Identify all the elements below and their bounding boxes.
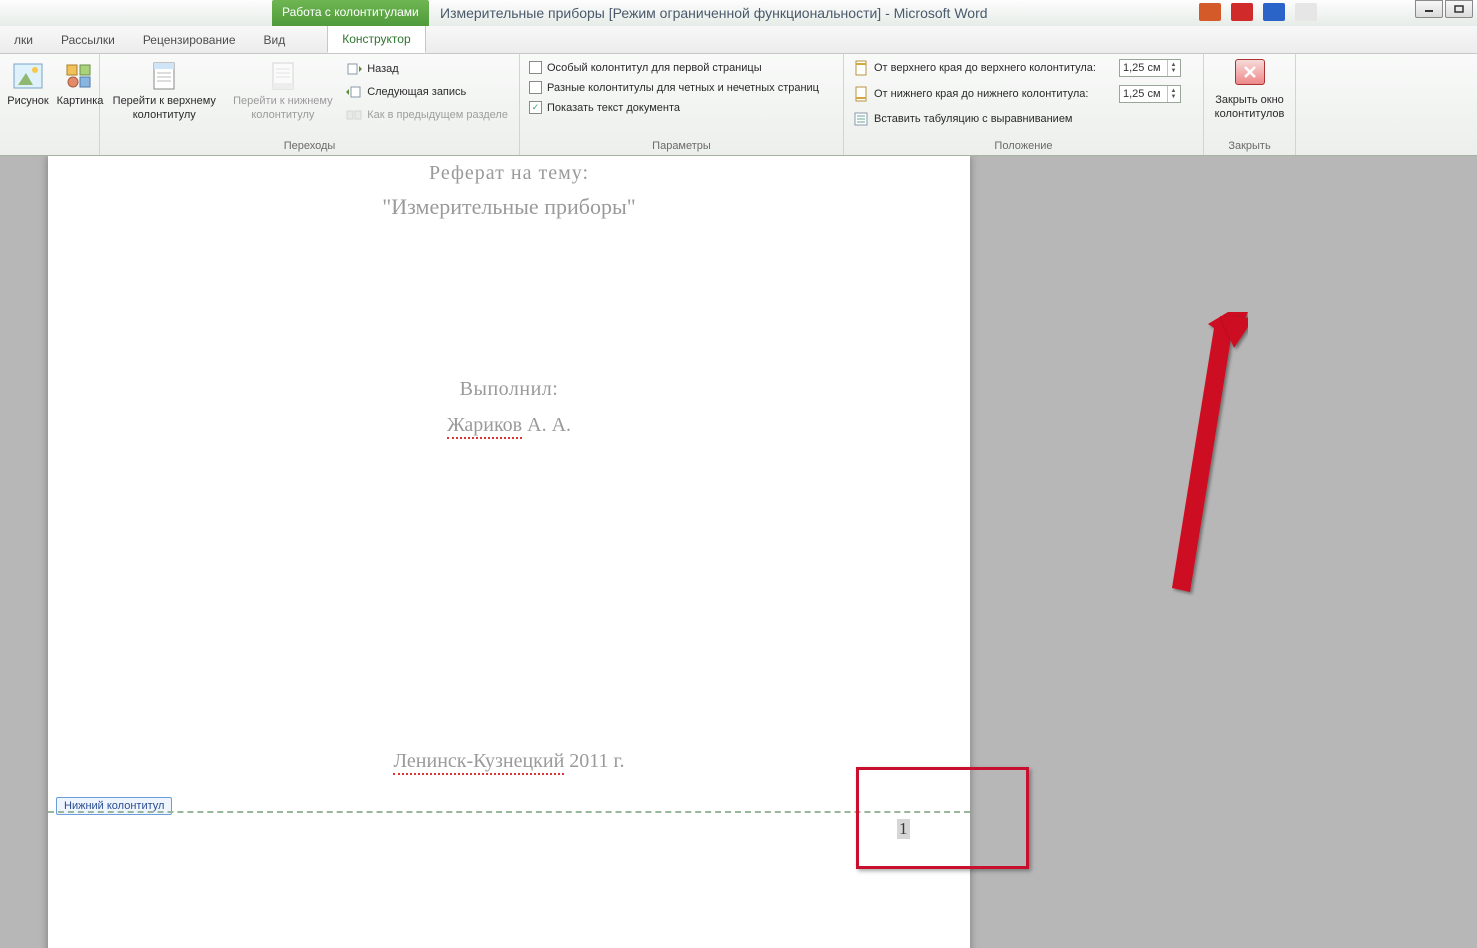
- doc-author-initials: А. А.: [522, 414, 571, 436]
- tab-mailings[interactable]: Рассылки: [47, 27, 129, 53]
- contextual-tab-header-footer: Работа с колонтитулами: [272, 0, 429, 26]
- doc-year: 2011 г.: [564, 750, 624, 772]
- goto-footer-label: Перейти к нижнему колонтитулу: [231, 95, 336, 123]
- ribbon: Рисунок Картинка Перейти к верхнему коло…: [0, 54, 1477, 156]
- insert-picture-label: Рисунок: [7, 95, 49, 109]
- spinner-header-from-top[interactable]: 1,25 см ▲▼: [1119, 59, 1181, 77]
- position-from-bottom-row: От нижнего края до нижнего колонтитула: …: [850, 83, 1197, 105]
- option-show-doc-text[interactable]: ✓ Показать текст документа: [526, 99, 822, 116]
- margin-bottom-icon: [853, 86, 869, 102]
- link-prev-icon: [346, 107, 362, 123]
- option-diff-first-label: Особый колонтитул для первой страницы: [547, 62, 762, 74]
- close-icon: [1242, 64, 1258, 80]
- nav-back-label: Назад: [367, 63, 399, 75]
- picture-icon: [12, 60, 44, 92]
- checkbox-unchecked-icon: [529, 61, 542, 74]
- doc-line-referat: Реферат на тему:: [48, 162, 970, 185]
- tab-constructor[interactable]: Конструктор: [327, 25, 425, 53]
- annotation-red-arrow: [1168, 312, 1248, 602]
- nav-next-button[interactable]: Следующая запись: [343, 82, 513, 102]
- position-from-bottom-label: От нижнего края до нижнего колонтитула:: [874, 88, 1114, 100]
- tab-partial[interactable]: лки: [0, 27, 47, 53]
- doc-author-surname: Жариков: [447, 414, 522, 439]
- ribbon-tabs: лки Рассылки Рецензирование Вид Конструк…: [0, 26, 1477, 54]
- tab-view[interactable]: Вид: [250, 27, 300, 53]
- background-taskbar-icons: [1199, 3, 1317, 21]
- footer-boundary-line: [48, 811, 970, 813]
- window-title: Измерительные приборы [Режим ограниченно…: [440, 5, 988, 21]
- spinner-arrows-icon[interactable]: ▲▼: [1167, 60, 1179, 76]
- group-label-options: Параметры: [526, 138, 837, 155]
- option-diff-odd-even-label: Разные колонтитулы для четных и нечетных…: [547, 82, 819, 94]
- option-diff-odd-even[interactable]: Разные колонтитулы для четных и нечетных…: [526, 79, 822, 96]
- nav-prev-section-label: Как в предыдущем разделе: [367, 109, 508, 121]
- page-footer-icon: [267, 60, 299, 92]
- doc-line-title: "Измерительные приборы": [48, 194, 970, 220]
- goto-header-button[interactable]: Перейти к верхнему колонтитулу: [106, 57, 223, 138]
- spinner-top-value: 1,25 см: [1123, 62, 1161, 74]
- doc-line-author: Жариков А. А.: [48, 414, 970, 437]
- back-icon: [346, 61, 362, 77]
- spinner-arrows-icon[interactable]: ▲▼: [1167, 86, 1179, 102]
- nav-back-button[interactable]: Назад: [343, 59, 513, 79]
- annotation-red-box: [856, 767, 1029, 869]
- insert-picture-button[interactable]: Рисунок: [6, 57, 50, 150]
- insert-clipart-label: Картинка: [57, 95, 104, 109]
- alignment-tab-icon: [853, 111, 869, 127]
- close-header-footer-label: Закрыть окно колонтитулов: [1210, 94, 1289, 122]
- close-header-footer-button[interactable]: [1235, 59, 1265, 85]
- doc-city: Ленинск-Кузнецкий: [393, 750, 564, 775]
- document-page[interactable]: Реферат на тему: "Измерительные приборы"…: [48, 156, 970, 948]
- title-bar: Работа с колонтитулами Измерительные при…: [0, 0, 1477, 26]
- nav-next-label: Следующая запись: [367, 86, 466, 98]
- position-from-top-label: От верхнего края до верхнего колонтитула…: [874, 62, 1114, 74]
- goto-footer-button: Перейти к нижнему колонтитулу: [229, 57, 338, 138]
- doc-line-vypolnil: Выполнил:: [48, 378, 970, 401]
- option-show-doc-label: Показать текст документа: [547, 102, 680, 114]
- group-label-close: Закрыть: [1210, 138, 1289, 155]
- document-area[interactable]: Реферат на тему: "Измерительные приборы"…: [0, 156, 1477, 948]
- window-maximize-button[interactable]: [1445, 0, 1473, 18]
- group-label-navigation: Переходы: [106, 138, 513, 155]
- doc-line-city-year: Ленинск-Кузнецкий 2011 г.: [48, 750, 970, 773]
- page-header-icon: [148, 60, 180, 92]
- margin-top-icon: [853, 60, 869, 76]
- spinner-footer-from-bottom[interactable]: 1,25 см ▲▼: [1119, 85, 1181, 103]
- checkbox-checked-icon: ✓: [529, 101, 542, 114]
- position-from-top-row: От верхнего края до верхнего колонтитула…: [850, 57, 1197, 79]
- window-minimize-button[interactable]: [1415, 0, 1443, 18]
- checkbox-unchecked-icon: [529, 81, 542, 94]
- goto-header-label: Перейти к верхнему колонтитулу: [108, 95, 221, 123]
- spinner-bottom-value: 1,25 см: [1123, 88, 1161, 100]
- insert-alignment-tab-button[interactable]: Вставить табуляцию с выравниванием: [850, 109, 1197, 129]
- tab-review[interactable]: Рецензирование: [129, 27, 250, 53]
- clipart-icon: [64, 60, 96, 92]
- group-label-insert: [6, 150, 93, 155]
- insert-clipart-button[interactable]: Картинка: [56, 57, 104, 150]
- nav-prev-section-button: Как в предыдущем разделе: [343, 105, 513, 125]
- option-diff-first-page[interactable]: Особый колонтитул для первой страницы: [526, 59, 822, 76]
- next-icon: [346, 84, 362, 100]
- insert-alignment-tab-label: Вставить табуляцию с выравниванием: [874, 113, 1073, 125]
- group-label-position: Положение: [850, 138, 1197, 155]
